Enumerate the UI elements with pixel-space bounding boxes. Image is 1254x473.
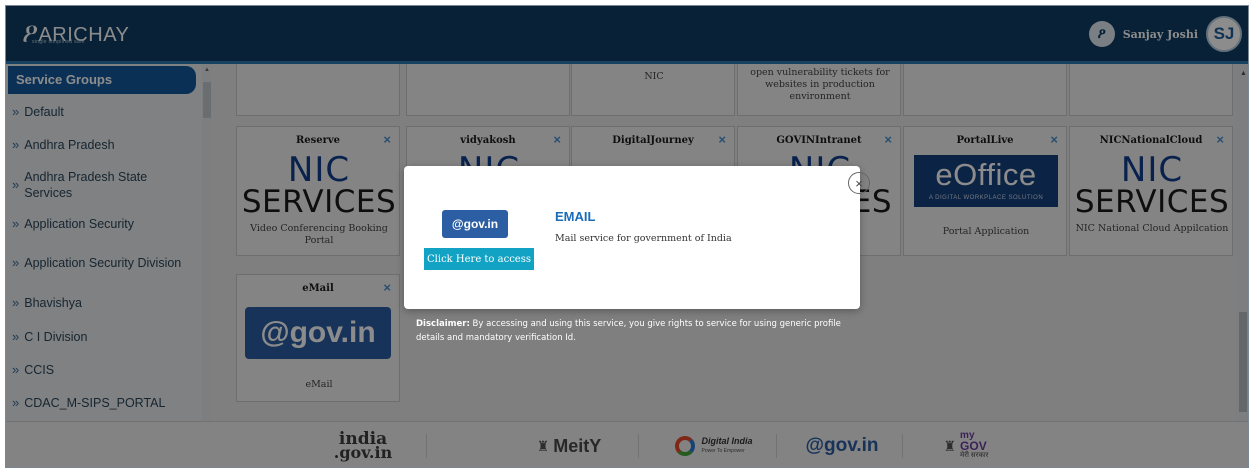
gov-in-logo: @gov.in: [442, 210, 508, 238]
modal-title: EMAIL: [555, 209, 596, 224]
disclaimer-body: By accessing and using this service, you…: [416, 319, 841, 343]
close-icon[interactable]: ×: [848, 172, 870, 194]
app-window: ዖ ARICHAY single simplified safe ዖ Sanja…: [5, 5, 1249, 468]
disclaimer-text: Disclaimer: By accessing and using this …: [416, 317, 856, 345]
service-modal: × @gov.in Click Here to access EMAIL Mai…: [404, 166, 870, 309]
disclaimer-label: Disclaimer:: [416, 319, 470, 329]
access-button[interactable]: Click Here to access: [424, 248, 534, 270]
modal-description: Mail service for government of India: [555, 233, 732, 244]
